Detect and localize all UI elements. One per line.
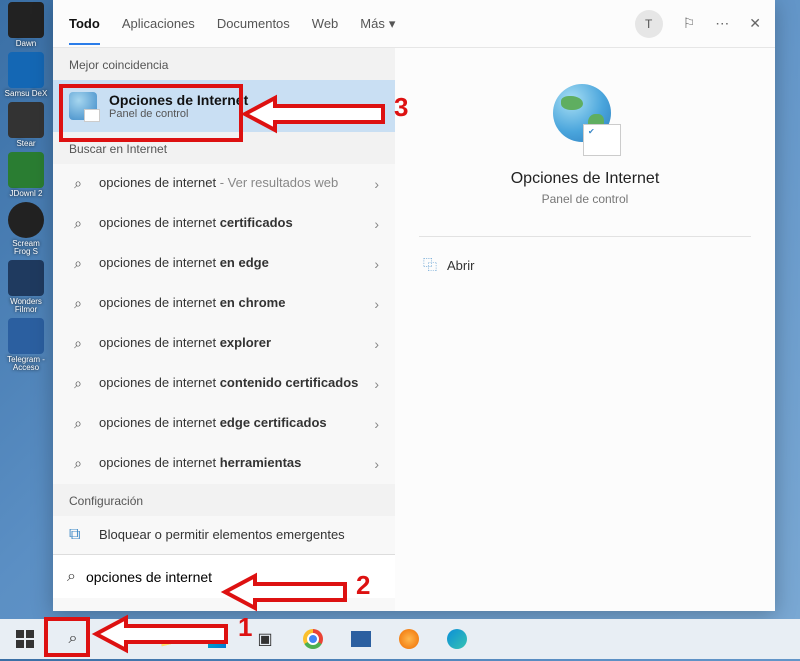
- search-input-box[interactable]: ⌕: [53, 554, 395, 598]
- header-right-controls: T ⚐ ⋯ ✕: [635, 10, 769, 38]
- web-search-suggestion[interactable]: ⌕ opciones de internet certificados ›: [53, 204, 395, 244]
- result-preview-pane: Opciones de Internet Panel de control ⿻ …: [395, 48, 775, 611]
- web-search-suggestion[interactable]: ⌕ opciones de internet en edge ›: [53, 244, 395, 284]
- tab-more-label: Más: [360, 16, 385, 31]
- search-panel-header: Todo Aplicaciones Documentos Web Más ▾ T…: [53, 0, 775, 48]
- section-header-settings: Configuración: [53, 484, 395, 516]
- search-icon: ⌕: [69, 215, 87, 232]
- tab-documents[interactable]: Documentos: [217, 2, 290, 45]
- desktop-icon[interactable]: Scream Frog S: [4, 202, 48, 256]
- open-label: Abrir: [447, 258, 474, 273]
- internet-options-icon: [69, 92, 97, 120]
- preview-icon: [549, 84, 621, 156]
- taskbar-app-explorer[interactable]: 📁: [148, 620, 190, 658]
- best-match-result[interactable]: Opciones de Internet Panel de control: [53, 80, 395, 132]
- taskbar-app-chrome[interactable]: [292, 620, 334, 658]
- tab-more[interactable]: Más ▾: [360, 16, 395, 32]
- search-icon: ⌕: [69, 175, 87, 192]
- windows-taskbar: ⌕ ▭ 📁 ▣: [0, 619, 800, 659]
- chevron-right-icon: ›: [374, 416, 379, 432]
- start-button[interactable]: [4, 620, 46, 658]
- tab-all[interactable]: Todo: [69, 2, 100, 45]
- chevron-right-icon: ›: [374, 176, 379, 192]
- more-options-icon[interactable]: ⋯: [715, 15, 729, 32]
- preview-subtitle: Panel de control: [542, 192, 629, 206]
- divider: [419, 236, 751, 237]
- tab-apps[interactable]: Aplicaciones: [122, 2, 195, 45]
- search-icon: ⌕: [69, 295, 87, 312]
- taskbar-app[interactable]: ▣: [244, 620, 286, 658]
- chevron-right-icon: ›: [374, 456, 379, 472]
- desktop-icon[interactable]: Telegram - Acceso: [4, 318, 48, 372]
- taskbar-app-terminal[interactable]: [340, 620, 382, 658]
- chevron-right-icon: ›: [374, 296, 379, 312]
- search-results-column: Mejor coincidencia Opciones de Internet …: [53, 48, 395, 611]
- windows-search-panel: Todo Aplicaciones Documentos Web Más ▾ T…: [53, 0, 775, 611]
- chevron-right-icon: ›: [374, 376, 379, 392]
- chevron-down-icon: ▾: [389, 16, 396, 32]
- feedback-icon[interactable]: ⚐: [683, 15, 696, 32]
- search-icon: ⌕: [69, 455, 87, 472]
- section-header-best-match: Mejor coincidencia: [53, 48, 395, 80]
- search-input[interactable]: [86, 569, 381, 585]
- close-icon[interactable]: ✕: [749, 15, 761, 32]
- search-panel-body: Mejor coincidencia Opciones de Internet …: [53, 48, 775, 611]
- desktop-icon[interactable]: Wonders Filmor: [4, 260, 48, 314]
- task-view-button[interactable]: ▭: [100, 620, 142, 658]
- desktop-icon[interactable]: Samsu DeX: [4, 52, 48, 98]
- section-header-web-search: Buscar en Internet: [53, 132, 395, 164]
- search-icon: ⌕: [69, 335, 87, 352]
- best-match-subtitle: Panel de control: [109, 108, 248, 120]
- taskbar-app-edge[interactable]: [436, 620, 478, 658]
- web-search-suggestion[interactable]: ⌕ opciones de internet herramientas ›: [53, 444, 395, 484]
- open-action[interactable]: ⿻ Abrir: [423, 255, 474, 275]
- desktop-icon[interactable]: JDownl 2: [4, 152, 48, 198]
- taskbar-app-firefox[interactable]: [388, 620, 430, 658]
- chevron-right-icon: ›: [374, 216, 379, 232]
- web-search-suggestion[interactable]: ⌕ opciones de internet - Ver resultados …: [53, 164, 395, 204]
- web-search-suggestion[interactable]: ⌕ opciones de internet edge certificados…: [53, 404, 395, 444]
- search-icon: ⌕: [69, 415, 87, 432]
- search-icon: ⌕: [69, 255, 87, 272]
- best-match-title: Opciones de Internet: [109, 92, 248, 108]
- user-avatar[interactable]: T: [635, 10, 663, 38]
- checklist-icon: [583, 124, 621, 156]
- tab-web[interactable]: Web: [312, 2, 339, 45]
- search-icon: ⌕: [69, 375, 87, 392]
- desktop-icon[interactable]: Dawn: [4, 2, 48, 48]
- web-search-suggestion[interactable]: ⌕ opciones de internet contenido certifi…: [53, 364, 395, 404]
- web-search-suggestion[interactable]: ⌕ opciones de internet explorer ›: [53, 324, 395, 364]
- preview-title: Opciones de Internet: [511, 170, 660, 188]
- desktop-icon[interactable]: Stear: [4, 102, 48, 148]
- search-icon: ⌕: [67, 568, 76, 586]
- chevron-right-icon: ›: [374, 256, 379, 272]
- settings-result-label: Bloquear o permitir elementos emergentes: [99, 527, 345, 543]
- settings-result[interactable]: ⧉ Bloquear o permitir elementos emergent…: [53, 516, 395, 554]
- taskbar-search-button[interactable]: ⌕: [52, 620, 94, 658]
- web-search-suggestion[interactable]: ⌕ opciones de internet en chrome ›: [53, 284, 395, 324]
- desktop-icons-column: Dawn Samsu DeX Stear JDownl 2 Scream Fro…: [4, 2, 52, 372]
- chevron-right-icon: ›: [374, 336, 379, 352]
- open-icon: ⿻: [423, 255, 437, 275]
- popup-settings-icon: ⧉: [69, 526, 87, 544]
- search-filter-tabs: Todo Aplicaciones Documentos Web Más ▾: [69, 0, 395, 47]
- taskbar-app-store[interactable]: [196, 620, 238, 658]
